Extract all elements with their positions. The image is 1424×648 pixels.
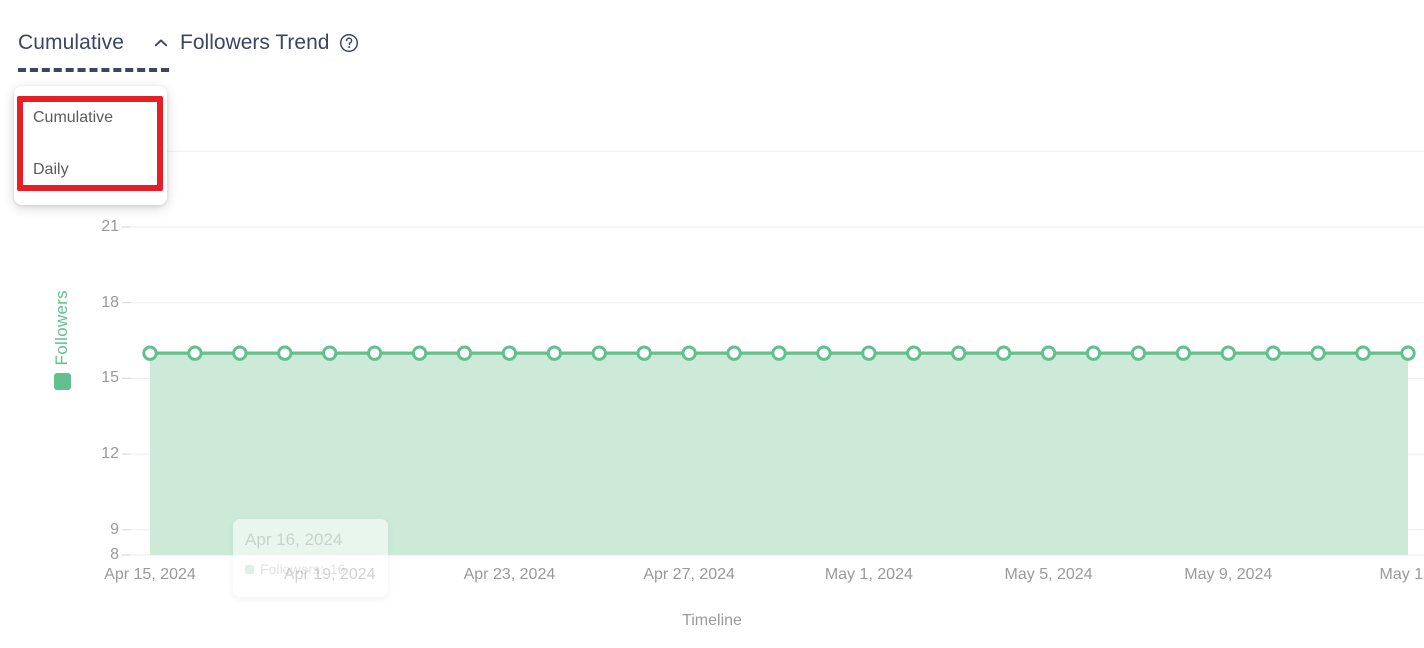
data-point-marker[interactable] — [187, 345, 203, 361]
y-axis-legend: Followers — [52, 290, 72, 391]
data-point-marker[interactable] — [142, 345, 158, 361]
widget-title: Followers Trend — [180, 31, 330, 54]
data-point-marker[interactable] — [861, 345, 877, 361]
data-point-marker[interactable] — [546, 345, 563, 361]
data-point-marker[interactable] — [1220, 345, 1236, 361]
data-point-marker[interactable] — [636, 345, 652, 361]
data-point-marker[interactable] — [681, 345, 697, 361]
data-point-marker[interactable] — [1085, 345, 1102, 361]
followers-trend-widget: 8 9 12 15 18 21 Followers Apr 15, 2024 Apr 19,… — [0, 0, 1424, 648]
series-area-followers — [150, 353, 1408, 555]
data-point-marker[interactable] — [232, 345, 248, 361]
data-point-marker[interactable] — [456, 345, 473, 361]
widget-header: Cumulative Followers Trend — [18, 30, 359, 72]
followers-legend-swatch — [53, 373, 71, 391]
data-point-marker[interactable] — [726, 345, 742, 361]
data-point-marker[interactable] — [411, 345, 428, 361]
data-point-marker[interactable] — [1130, 345, 1147, 361]
data-point-marker[interactable] — [1355, 345, 1371, 361]
data-point-marker[interactable] — [1040, 345, 1057, 361]
data-point-marker[interactable] — [366, 345, 383, 361]
dropdown-option-daily[interactable]: Daily — [14, 144, 167, 196]
data-point-marker[interactable] — [591, 345, 607, 361]
data-point-marker[interactable] — [951, 345, 967, 361]
selector-dashed-underline — [18, 68, 169, 72]
data-point-marker[interactable] — [277, 345, 293, 361]
dropdown-option-cumulative[interactable]: Cumulative — [14, 92, 167, 144]
aggregation-dropdown-menu[interactable]: Cumulative Daily — [14, 86, 167, 205]
chevron-up-icon[interactable] — [152, 34, 170, 52]
data-point-marker[interactable] — [1310, 345, 1326, 361]
data-point-marker[interactable] — [906, 345, 922, 361]
data-point-marker[interactable] — [771, 345, 787, 361]
followers-trend-chart — [0, 0, 1424, 648]
chart-canvas — [122, 150, 1424, 556]
aggregation-selector[interactable]: Cumulative — [18, 30, 169, 72]
data-point-marker[interactable] — [1175, 345, 1192, 361]
data-point-marker[interactable] — [322, 345, 338, 361]
data-point-marker[interactable] — [501, 345, 518, 361]
data-point-marker[interactable] — [1265, 345, 1281, 361]
data-point-marker[interactable] — [995, 345, 1012, 361]
aggregation-selector-label: Cumulative — [18, 31, 125, 54]
data-point-marker[interactable] — [816, 345, 832, 361]
y-axis-title: Followers — [52, 290, 71, 366]
help-circle-icon[interactable] — [339, 33, 359, 53]
data-point-marker[interactable] — [1400, 345, 1416, 361]
